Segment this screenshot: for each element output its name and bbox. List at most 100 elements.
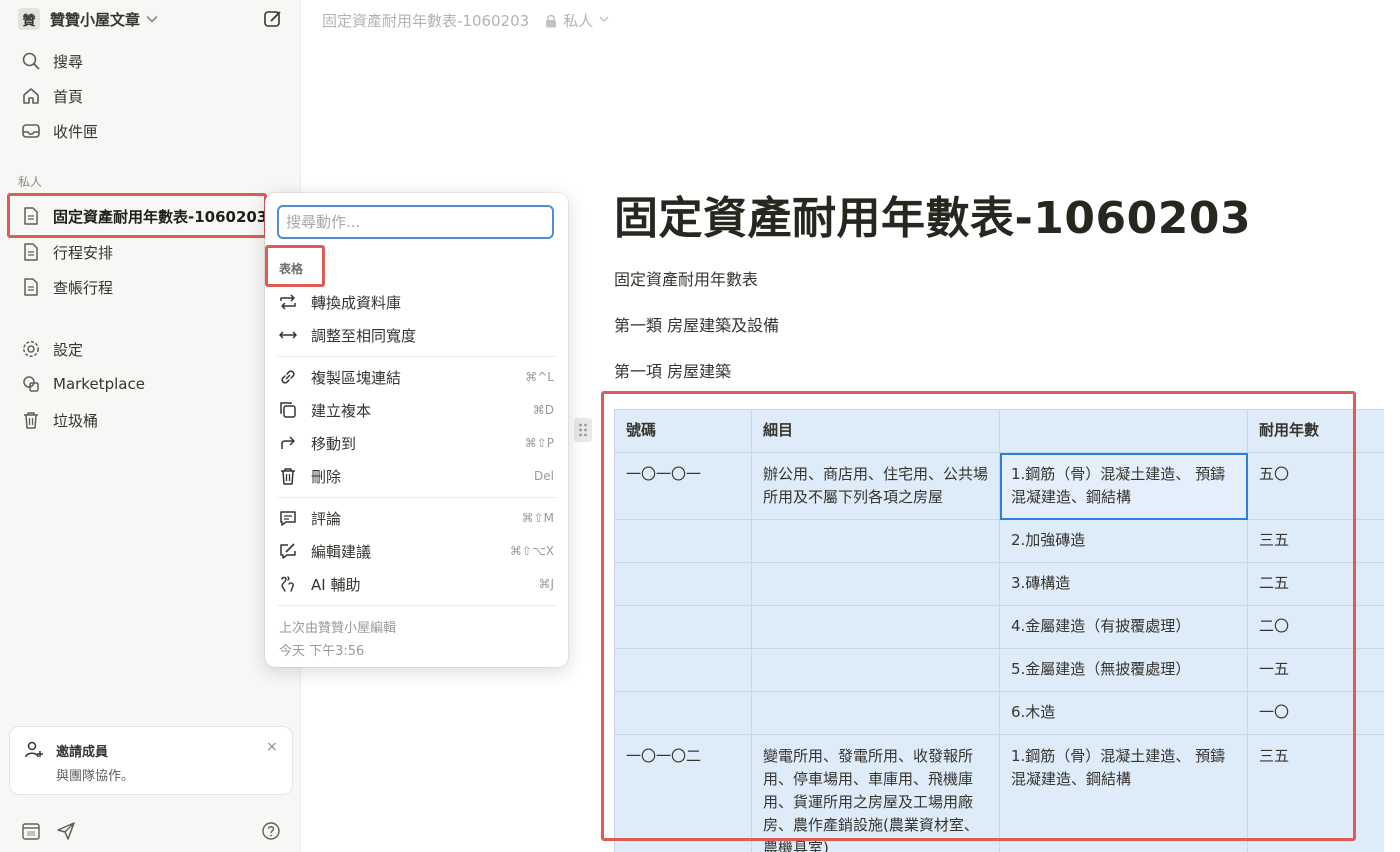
marketplace-icon <box>20 373 42 395</box>
table-cell[interactable]: 1.鋼筋（骨）混凝土建造、 預鑄混凝建造、鋼結構 <box>999 734 1248 852</box>
menu-item-copy-link[interactable]: 複製區塊連結 ⌘^L <box>277 363 556 391</box>
close-icon[interactable]: × <box>266 739 278 755</box>
menu-divider <box>277 356 556 357</box>
table-header-cell[interactable]: 耐用年數 <box>1247 409 1384 453</box>
sidebar-item-trash[interactable]: 垃圾桶 <box>20 407 98 433</box>
paragraph-block[interactable]: 固定資產耐用年數表 <box>614 266 758 290</box>
sidebar-item-label: 固定資產耐用年數表-1060203 <box>53 207 268 226</box>
sidebar-item-label: 設定 <box>53 340 84 359</box>
paragraph-block[interactable]: 第一項 房屋建築 <box>614 358 731 382</box>
menu-item-duplicate[interactable]: 建立複本 ⌘D <box>277 396 556 424</box>
menu-section-label: 表格 <box>279 262 304 276</box>
table-header-cell[interactable]: 號碼 <box>614 409 752 453</box>
table-cell[interactable]: 二五 <box>1247 562 1384 606</box>
sidebar-item-settings[interactable]: 設定 <box>20 336 83 362</box>
table-header-cell[interactable] <box>999 409 1248 453</box>
table-cell[interactable]: 一〇一〇一 <box>614 452 752 520</box>
table-cell[interactable]: 一〇 <box>1247 691 1384 735</box>
table-cell[interactable]: 一〇一〇二 <box>614 734 752 852</box>
page-icon <box>20 241 42 263</box>
sidebar-item-inbox[interactable]: 收件匣 <box>20 118 98 144</box>
new-page-icon[interactable] <box>262 8 284 30</box>
duplicate-icon <box>277 399 299 421</box>
menu-item-shortcut: Del <box>534 469 554 483</box>
table-row: 4.金屬建造（有披覆處理） 二〇 <box>614 605 1384 649</box>
table-cell[interactable]: 6.木造 <box>999 691 1248 735</box>
table-cell[interactable] <box>751 519 1000 563</box>
chevron-down-icon <box>599 15 609 26</box>
table-cell[interactable]: 5.金屬建造（無披覆處理） <box>999 648 1248 692</box>
table-cell[interactable] <box>614 605 752 649</box>
table-cell[interactable]: 二〇 <box>1247 605 1384 649</box>
table-cell[interactable] <box>751 648 1000 692</box>
breadcrumb[interactable]: 固定資產耐用年數表-1060203 私人 <box>322 10 609 31</box>
menu-item-convert-to-database[interactable]: 轉換成資料庫 <box>277 288 556 316</box>
menu-item-label: 調整至相同寬度 <box>311 326 417 345</box>
menu-item-label: AI 輔助 <box>311 575 361 594</box>
table-cell[interactable] <box>614 519 752 563</box>
menu-item-move-to[interactable]: 移動到 ⌘⇧P <box>277 429 556 457</box>
block-actions-menu: 表格 轉換成資料庫 調整至相同寬度 複製區塊連結 ⌘^L 建立複本 ⌘D 移動到… <box>265 193 568 667</box>
table-block[interactable]: 號碼 細目 耐用年數 一〇一〇一 辦公用、商店用、住宅用、公共場所用及不屬下列各… <box>614 409 1384 852</box>
chevron-down-icon <box>146 13 158 26</box>
link-icon <box>277 366 299 388</box>
table-header-cell[interactable]: 細目 <box>751 409 1000 453</box>
paragraph-block[interactable]: 第一類 房屋建築及設備 <box>614 312 779 336</box>
menu-item-label: 評論 <box>311 509 342 528</box>
sidebar-page-fixed-assets[interactable]: 固定資產耐用年數表-1060203 <box>20 203 267 229</box>
menu-item-equal-width[interactable]: 調整至相同寬度 <box>277 321 556 349</box>
sidebar-page-audit[interactable]: 查帳行程 <box>20 274 113 300</box>
send-icon[interactable] <box>55 820 77 842</box>
table-cell-selected[interactable]: 1.鋼筋（骨）混凝土建造、 預鑄混凝建造、鋼結構 <box>999 452 1248 520</box>
page-title[interactable]: 固定資產耐用年數表-1060203 <box>614 182 1251 246</box>
sidebar: 贊 贊贊小屋文章 搜尋 首頁 收件匣 私人 固定資產耐用年數表-1060203 … <box>0 0 301 852</box>
add-user-icon <box>24 740 44 764</box>
page-icon <box>20 276 42 298</box>
drag-handle-icon[interactable] <box>574 418 592 442</box>
trash-icon <box>20 409 42 431</box>
sidebar-item-search[interactable]: 搜尋 <box>20 48 83 74</box>
menu-item-delete[interactable]: 刪除 Del <box>277 462 556 490</box>
menu-item-label: 轉換成資料庫 <box>311 293 402 312</box>
table-cell[interactable] <box>751 691 1000 735</box>
action-search-input[interactable] <box>277 205 554 239</box>
table-cell[interactable]: 4.金屬建造（有披覆處理） <box>999 605 1248 649</box>
workspace-switcher[interactable]: 贊 贊贊小屋文章 <box>18 8 288 30</box>
table-cell[interactable] <box>614 691 752 735</box>
table-cell[interactable]: 變電所用、發電所用、收發報所用、停車場用、車庫用、飛機庫用、貨運所用之房屋及工場… <box>751 734 1000 852</box>
convert-icon <box>277 291 299 313</box>
menu-item-shortcut: ⌘⇧⌥X <box>509 544 554 558</box>
sidebar-page-schedule[interactable]: 行程安排 <box>20 239 113 265</box>
sidebar-item-marketplace[interactable]: Marketplace <box>20 371 145 397</box>
table-cell[interactable]: 3.磚構造 <box>999 562 1248 606</box>
table-cell[interactable] <box>751 605 1000 649</box>
sidebar-item-home[interactable]: 首頁 <box>20 83 83 109</box>
table-row: 2.加強磚造 三五 <box>614 519 1384 563</box>
table-cell[interactable]: 一五 <box>1247 648 1384 692</box>
help-icon[interactable] <box>260 820 282 842</box>
trash-icon <box>277 465 299 487</box>
lock-icon <box>545 14 557 28</box>
calendar-icon[interactable] <box>20 820 42 842</box>
breadcrumb-title: 固定資產耐用年數表-1060203 <box>322 12 530 30</box>
private-section-label: 私人 <box>18 175 43 189</box>
table-cell[interactable]: 三五 <box>1247 734 1384 852</box>
invite-members-card[interactable]: 邀請成員 與團隊協作。 × <box>9 726 293 795</box>
depreciation-table: 號碼 細目 耐用年數 一〇一〇一 辦公用、商店用、住宅用、公共場所用及不屬下列各… <box>614 409 1384 852</box>
comment-icon <box>277 507 299 529</box>
table-cell[interactable]: 2.加強磚造 <box>999 519 1248 563</box>
table-cell[interactable]: 五〇 <box>1247 452 1384 520</box>
menu-item-ai-assist[interactable]: AI 輔助 ⌘J <box>277 570 556 598</box>
table-cell[interactable] <box>614 562 752 606</box>
table-header-row: 號碼 細目 耐用年數 <box>614 409 1384 453</box>
menu-divider <box>277 605 556 606</box>
table-cell[interactable]: 三五 <box>1247 519 1384 563</box>
menu-item-comment[interactable]: 評論 ⌘⇧M <box>277 504 556 532</box>
table-row: 3.磚構造 二五 <box>614 562 1384 606</box>
menu-item-label: 建立複本 <box>311 401 372 420</box>
sidebar-item-label: 垃圾桶 <box>53 411 99 430</box>
table-cell[interactable] <box>751 562 1000 606</box>
table-cell[interactable] <box>614 648 752 692</box>
table-cell[interactable]: 辦公用、商店用、住宅用、公共場所用及不屬下列各項之房屋 <box>751 452 1000 520</box>
menu-item-suggest-edits[interactable]: 編輯建議 ⌘⇧⌥X <box>277 537 556 565</box>
